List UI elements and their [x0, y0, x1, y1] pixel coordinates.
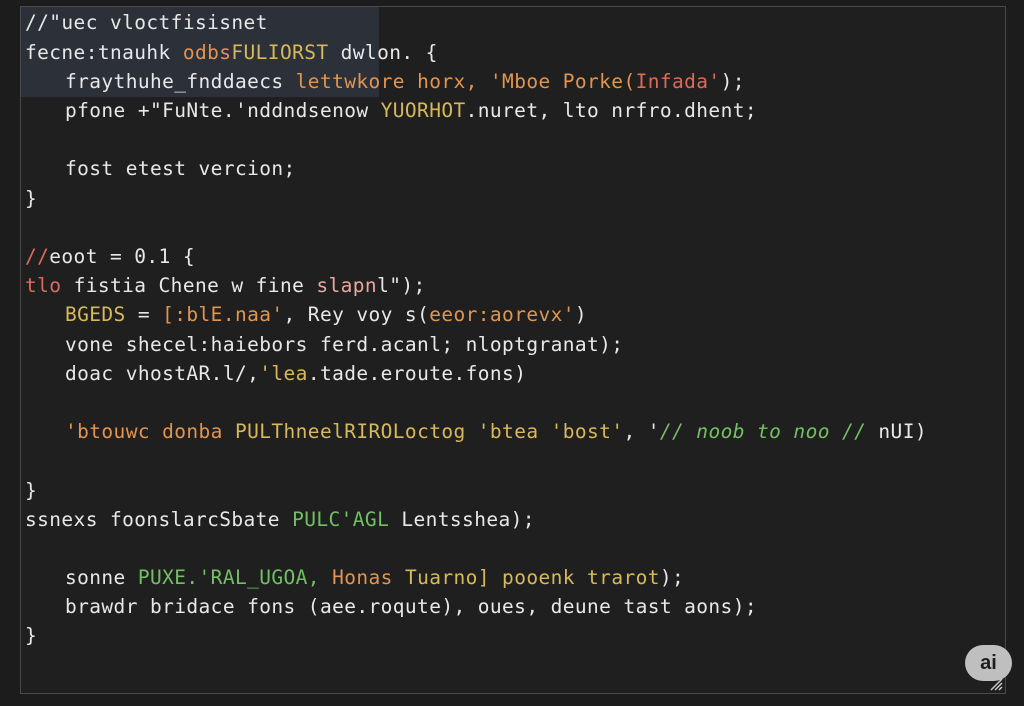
code-token: lettwkore horx, 'Mboe Porke( — [295, 70, 636, 93]
code-token: YUORHOT — [380, 99, 466, 122]
code-token: [:blE.naa' — [162, 303, 284, 326]
code-token: ssnexs foonslarcSbate — [25, 508, 293, 531]
code-token: = — [125, 303, 163, 326]
code-token: Honas — [332, 566, 393, 589]
code-line[interactable]: 'btouwc donba PULThneelRIROLoctog 'btea … — [65, 418, 927, 446]
code-line[interactable]: } — [25, 477, 37, 505]
code-token: PULThneelRIRO — [234, 420, 393, 443]
code-token: ); — [659, 566, 685, 589]
code-token: } — [25, 479, 38, 502]
code-token: PULC'AGL — [292, 508, 390, 531]
code-token: pfone +"FuNte.'nddndsenow — [65, 99, 381, 122]
code-token: BGEDS — [65, 303, 126, 326]
code-token: // — [25, 245, 50, 268]
code-line[interactable]: fraythuhe_fnddaecs lettwkore horx, 'Mboe… — [65, 68, 745, 96]
code-token: nUI) — [866, 420, 927, 443]
code-editor-frame: //"uec vloctfisisnet fecne:tnauhk odbsFUL… — [20, 6, 1012, 694]
code-token: doac vhostAR.l/, — [65, 362, 260, 385]
code-token: odbs — [182, 41, 232, 64]
code-token: slapn — [316, 274, 378, 297]
code-line[interactable]: } — [25, 622, 37, 650]
code-token: brawdr bridace fons (aee.roqute), oues, … — [65, 595, 757, 618]
code-token: Loctog — [392, 420, 478, 443]
code-token: FULIORST — [231, 41, 329, 64]
code-token: PUXE.'RAL_UGOA, — [137, 566, 320, 589]
code-line[interactable]: pfone +"FuNte.'nddndsenow YUORHOT.nuret,… — [65, 97, 757, 125]
code-token: tlo — [25, 274, 74, 297]
code-token: vone shecel:haiebors ferd.acanl; nloptgr… — [65, 333, 624, 356]
code-line[interactable]: fecne:tnauhk odbsFULIORST dwlon. { — [25, 39, 438, 67]
code-token: } — [25, 624, 38, 647]
code-line[interactable]: BGEDS = [:blE.naa', Rey voy s(eeor:aorev… — [65, 301, 587, 329]
code-line[interactable]: } — [25, 185, 37, 213]
code-token: fraythuhe_fnddaecs — [65, 70, 296, 93]
code-token: Infada' — [635, 70, 721, 93]
code-token: fistia Chene w fine — [73, 274, 317, 297]
code-token: , ' — [623, 420, 660, 443]
code-token: , Rey voy s( — [283, 303, 430, 326]
code-token: // noob to noo // — [659, 420, 867, 443]
code-token: .tade.eroute.fons) — [307, 362, 527, 385]
code-token: //"uec vloctfisisnet — [25, 11, 268, 34]
code-line[interactable]: //"uec vloctfisisnet — [25, 9, 268, 37]
code-line[interactable]: ssnexs foonslarcSbate PULC'AGL Lentsshea… — [25, 506, 535, 534]
code-token: sonne — [65, 566, 138, 589]
code-token: dwlon. { — [328, 41, 438, 64]
code-line[interactable]: sonne PUXE.'RAL_UGOA, Honas Tuarno] pooe… — [65, 564, 684, 592]
code-token: fost etest vercion; — [65, 157, 296, 180]
code-line[interactable]: //eoot = 0.1 { — [25, 243, 195, 271]
resize-grip-icon[interactable] — [987, 675, 1003, 691]
code-line[interactable]: doac vhostAR.l/,'lea.tade.eroute.fons) — [65, 360, 526, 388]
code-line[interactable]: vone shecel:haiebors ferd.acanl; nloptgr… — [65, 331, 623, 359]
code-token: ) — [574, 303, 588, 326]
code-token: .nuret, lto nrfro.dhent; — [465, 99, 757, 122]
code-token: ); — [720, 70, 745, 93]
code-line[interactable]: tlo fistia Chene w fine slapnl"); — [25, 272, 426, 300]
code-token: 'lea — [259, 362, 308, 385]
code-token: l"); — [377, 274, 426, 297]
ai-button-label: ai — [980, 652, 997, 674]
code-token: Tuarno] pooenk trarot — [404, 566, 660, 589]
code-line[interactable]: brawdr bridace fons (aee.roqute), oues, … — [65, 593, 757, 621]
code-token: Lentsshea); — [389, 508, 535, 531]
code-token: eoot = 0.1 { — [49, 245, 195, 268]
code-editor-area[interactable]: //"uec vloctfisisnet fecne:tnauhk odbsFUL… — [25, 9, 1001, 649]
code-line[interactable]: fost etest vercion; — [65, 155, 296, 183]
code-token: eeor:aorevx' — [429, 303, 575, 326]
code-token: fecne:tnauhk — [25, 41, 183, 64]
code-token: } — [25, 187, 38, 210]
code-token: 'btea 'bost' — [477, 420, 624, 443]
code-token: 'btouwc donba — [65, 420, 235, 443]
